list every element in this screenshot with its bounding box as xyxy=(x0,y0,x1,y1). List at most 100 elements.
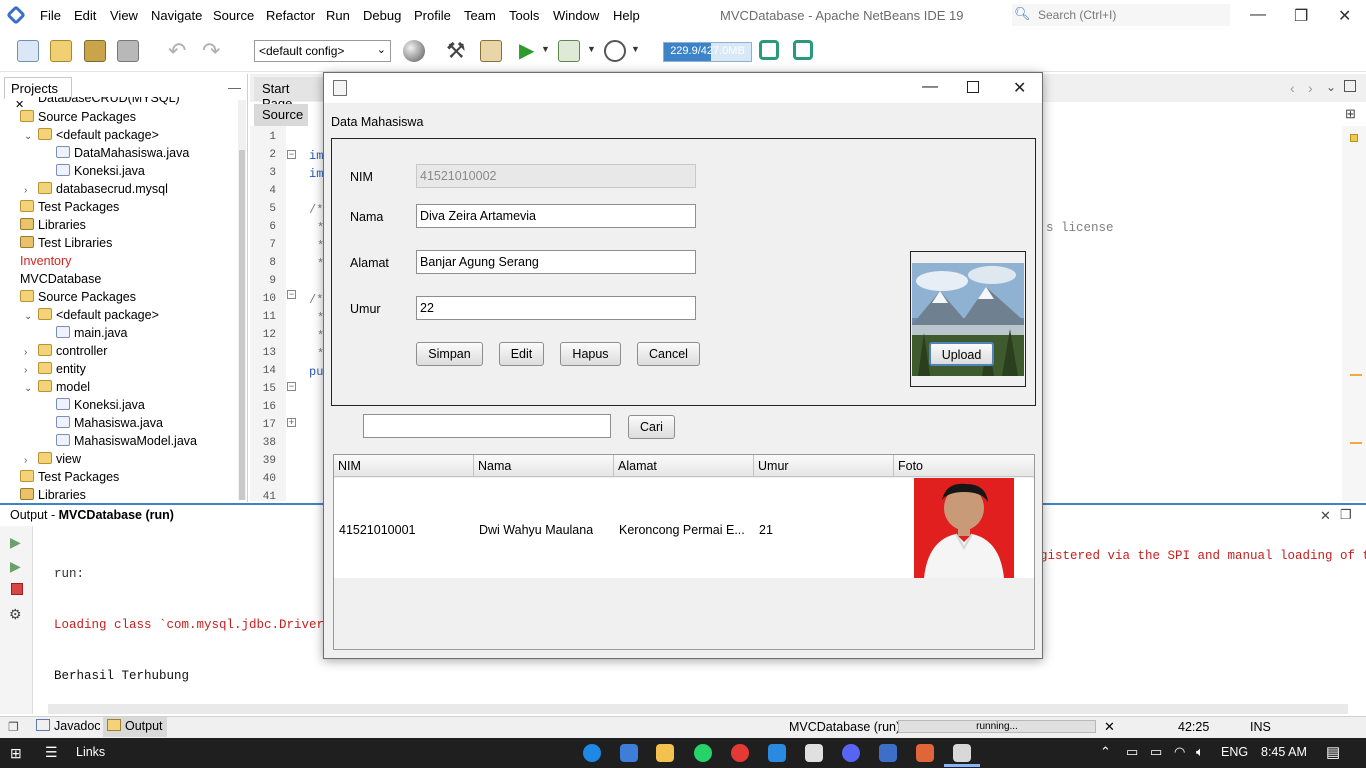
menu-edit[interactable]: Edit xyxy=(74,8,96,23)
tree-item[interactable]: DataMahasiswa.java xyxy=(42,146,189,164)
minimize-icon[interactable]: — xyxy=(1250,6,1266,24)
output-console[interactable]: run: Loading class `com.mysql.jdbc.Drive… xyxy=(54,532,339,702)
menu-team[interactable]: Team xyxy=(464,8,496,23)
warning-marker-icon[interactable] xyxy=(1350,374,1362,376)
chevron-down-icon[interactable]: ⌄ xyxy=(1326,80,1336,94)
tree-item[interactable]: Test Packages xyxy=(6,470,119,488)
fold-toggle-icon[interactable]: − xyxy=(287,382,296,391)
column-header-nama[interactable]: Nama xyxy=(474,455,614,477)
search-input[interactable]: 🔍︎ Search (Ctrl+I) xyxy=(1012,4,1230,26)
expand-toggle-icon[interactable]: ⌄ xyxy=(24,131,38,142)
tree-item[interactable]: Inventory xyxy=(6,254,71,272)
netbeans-taskbar-icon[interactable] xyxy=(879,744,897,762)
store-icon[interactable] xyxy=(620,744,638,762)
fold-toggle-icon[interactable]: + xyxy=(287,418,296,427)
globe-icon[interactable] xyxy=(403,40,425,62)
dialog-titlebar[interactable]: — ✕ xyxy=(324,73,1042,103)
gc-icon[interactable] xyxy=(759,40,779,60)
profile-icon[interactable] xyxy=(604,40,626,62)
table-row[interactable]: 41521010001 Dwi Wahyu Maulana Keroncong … xyxy=(334,478,1034,578)
close-icon[interactable]: ✕ xyxy=(1338,6,1351,26)
new-file-icon[interactable] xyxy=(17,40,39,62)
run-icon[interactable]: ▶ xyxy=(519,38,534,63)
scroll-thumb[interactable] xyxy=(239,150,245,500)
rerun-icon[interactable]: ▶ xyxy=(10,534,21,551)
close-icon[interactable]: ✕ xyxy=(1013,78,1026,98)
config-select[interactable]: <default config> ⌄ xyxy=(254,40,391,62)
debug-dropdown-icon[interactable]: ▼ xyxy=(587,44,596,54)
chevron-right-icon[interactable]: › xyxy=(1308,80,1313,96)
run-dropdown-icon[interactable]: ▼ xyxy=(541,44,550,54)
menu-refactor[interactable]: Refactor xyxy=(266,8,315,23)
gc-settings-icon[interactable] xyxy=(793,40,813,60)
progress-bar[interactable]: running... xyxy=(898,720,1096,733)
vscode-icon[interactable] xyxy=(768,744,786,762)
expand-toggle-icon[interactable]: ⌄ xyxy=(24,311,38,322)
tree-item[interactable]: Koneksi.java xyxy=(42,164,145,182)
column-header-foto[interactable]: Foto xyxy=(894,455,1034,477)
clean-build-icon[interactable] xyxy=(480,40,502,62)
chevron-up-icon[interactable]: ⌃ xyxy=(1100,744,1111,760)
tab-output[interactable]: Output xyxy=(103,717,167,737)
menu-help[interactable]: Help xyxy=(613,8,640,23)
simpan-button[interactable]: Simpan xyxy=(416,342,483,366)
tree-item[interactable]: Source Packages xyxy=(6,110,136,128)
tree-item[interactable]: Koneksi.java xyxy=(42,398,145,416)
close-icon[interactable]: ✕ xyxy=(1320,508,1331,524)
expand-toggle-icon[interactable]: › xyxy=(24,365,38,376)
rerun-with-args-icon[interactable]: ▶ xyxy=(10,558,21,575)
fold-toggle-icon[interactable]: − xyxy=(287,290,296,299)
expand-toggle-icon[interactable]: › xyxy=(24,185,38,196)
tree-item[interactable]: Libraries xyxy=(6,218,86,236)
windows-start-icon[interactable]: ⊞ xyxy=(10,745,22,762)
search-input[interactable] xyxy=(363,414,611,438)
cancel-button[interactable]: Cancel xyxy=(637,342,700,366)
expand-toggle-icon[interactable]: ⌄ xyxy=(24,383,38,394)
file-explorer-icon[interactable] xyxy=(656,744,674,762)
upload-button[interactable]: Upload xyxy=(929,342,994,366)
menu-profile[interactable]: Profile xyxy=(414,8,451,23)
menu-source[interactable]: Source xyxy=(213,8,254,23)
whatsapp-icon[interactable] xyxy=(694,744,712,762)
tree-item[interactable]: › view xyxy=(24,452,81,470)
tree-item[interactable]: MVCDatabase xyxy=(6,272,101,290)
memory-usage-bar[interactable]: 229.9/427.0MB xyxy=(663,42,752,62)
tab-start-page[interactable]: Start Page xyxy=(254,77,324,111)
menu-file[interactable]: File xyxy=(40,8,61,23)
chrome-icon[interactable] xyxy=(731,744,749,762)
tree-item[interactable]: ⌄ model xyxy=(24,380,90,398)
maximize-icon[interactable] xyxy=(1344,80,1356,92)
cari-button[interactable]: Cari xyxy=(628,415,675,439)
java-app-icon[interactable] xyxy=(953,744,971,762)
task-view-icon[interactable]: ☰ xyxy=(45,744,58,761)
tree-item[interactable]: Source Packages xyxy=(6,290,136,308)
tree-item[interactable]: main.java xyxy=(42,326,128,344)
tab-source[interactable]: Source xyxy=(254,104,308,126)
nim-field[interactable]: 41521010002 xyxy=(416,164,696,188)
column-header-alamat[interactable]: Alamat xyxy=(614,455,754,477)
maximize-icon[interactable] xyxy=(967,81,979,93)
edge-icon[interactable] xyxy=(583,744,601,762)
language-indicator[interactable]: ENG xyxy=(1221,745,1248,759)
menu-debug[interactable]: Debug xyxy=(363,8,401,23)
security-icon[interactable] xyxy=(805,744,823,762)
chevron-left-icon[interactable]: ‹ xyxy=(1290,80,1295,96)
column-header-nim[interactable]: NIM xyxy=(334,455,474,477)
new-project-icon[interactable] xyxy=(50,40,72,62)
build-hammer-icon[interactable]: ⚒ xyxy=(446,38,466,64)
menu-view[interactable]: View xyxy=(110,8,138,23)
open-project-icon[interactable] xyxy=(84,40,106,62)
warning-marker-icon[interactable] xyxy=(1350,442,1362,444)
tree-item[interactable]: Test Libraries xyxy=(6,236,112,254)
close-icon[interactable]: ✕ xyxy=(1104,719,1115,735)
tree-item[interactable]: › entity xyxy=(24,362,86,380)
undo-icon[interactable]: ↶ xyxy=(168,38,186,64)
tree-item[interactable]: ⌄ <default package> xyxy=(24,308,159,326)
output-scrollbar[interactable] xyxy=(48,704,1348,714)
settings-icon[interactable]: ⚙ xyxy=(9,606,22,623)
tree-item[interactable]: › databasecrud.mysql xyxy=(24,182,168,200)
minimize-icon[interactable]: — xyxy=(922,78,938,96)
expand-toggle-icon[interactable]: › xyxy=(24,455,38,466)
menu-window[interactable]: Window xyxy=(553,8,599,23)
tab-javadoc[interactable]: Javadoc xyxy=(36,719,101,733)
